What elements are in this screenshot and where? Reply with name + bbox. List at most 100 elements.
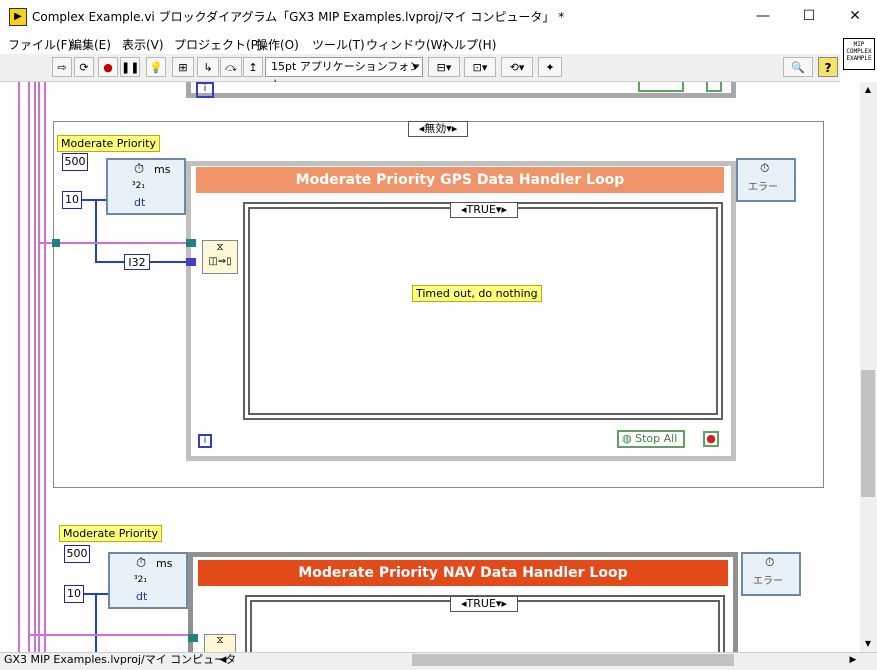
font-dropdown[interactable]: 15pt アプリケーションフォント▾	[265, 57, 423, 91]
nav-ms-label: ms	[156, 557, 173, 570]
gps-timing-cluster[interactable]: ⏱ ms ³2₁ dt	[106, 158, 186, 215]
block-diagram-canvas[interactable]: i ◂無効▾▸ Moderate Priority 500 10 ⏱ ms ³2…	[0, 82, 860, 652]
nav-count-label: ³2₁	[134, 575, 147, 585]
gps-timeout-comment[interactable]: Timed out, do nothing	[412, 285, 542, 302]
clock-icon: ⏱	[765, 555, 775, 569]
clock-icon: ⏱	[134, 162, 145, 177]
gps-i32-constant[interactable]: I32	[124, 254, 150, 270]
gps-error-label: エラー	[748, 182, 778, 193]
gps-dt-label: dt	[134, 196, 146, 209]
stop-all-fragment[interactable]	[638, 82, 684, 92]
gps-stop-all-label: Stop All	[635, 432, 678, 445]
tunnel[interactable]	[188, 634, 198, 642]
menu-file[interactable]: ファイル(F)	[8, 36, 72, 53]
scroll-down-icon[interactable]: ▼	[861, 638, 875, 650]
vi-icon[interactable]: MIP COMPLEX EXAMPLE	[843, 38, 875, 70]
distribute-objects-icon[interactable]: ⊡▾	[464, 57, 496, 77]
retain-wire-values-icon[interactable]: ⊞	[172, 57, 194, 77]
iteration-terminal[interactable]: i	[196, 82, 214, 98]
gps-stop-terminal[interactable]: ●	[703, 431, 719, 447]
menu-edit[interactable]: 編集(E)	[70, 36, 111, 53]
wire[interactable]	[44, 82, 46, 652]
clean-up-diagram-icon[interactable]: ✦	[538, 57, 562, 77]
gps-ms-label: ms	[154, 163, 171, 176]
wire[interactable]	[28, 82, 30, 652]
close-button[interactable]: ✕	[832, 0, 877, 32]
gps-stop-all-indicator[interactable]: ◍ Stop All	[617, 430, 685, 448]
step-into-icon[interactable]: ↳	[197, 57, 219, 77]
menu-operate[interactable]: 操作(O)	[256, 36, 299, 53]
gps-case-selector[interactable]: ◂TRUE▾▸	[450, 202, 518, 218]
disable-selector-label: 無効	[424, 122, 447, 135]
nav-const-10[interactable]: 10	[64, 585, 84, 603]
wire[interactable]	[18, 82, 20, 652]
wire-junction[interactable]	[52, 239, 60, 247]
menu-window[interactable]: ウィンドウ(W)	[366, 36, 447, 53]
selector-right-icon: ▾▸	[495, 203, 507, 216]
scroll-right-icon[interactable]: ▶	[846, 653, 860, 667]
menu-view[interactable]: 表示(V)	[122, 36, 164, 53]
vertical-scrollbar[interactable]	[860, 82, 877, 652]
nav-const-500[interactable]: 500	[64, 545, 90, 563]
maximize-button[interactable]: ☐	[786, 0, 832, 32]
wire[interactable]	[82, 199, 106, 201]
run-continuously-icon[interactable]: ⟳	[74, 57, 94, 77]
wire[interactable]	[95, 199, 97, 261]
clock-icon: ⏱	[760, 161, 770, 175]
gps-priority-label[interactable]: Moderate Priority	[57, 135, 160, 152]
selector-right-icon: ▾▸	[446, 122, 458, 135]
vi-icon-line: COMPLEX	[846, 48, 872, 55]
abort-icon[interactable]: ●	[98, 57, 118, 77]
gps-error-cluster[interactable]: ⏱ エラー	[736, 158, 796, 202]
run-arrow-icon[interactable]: ⇨	[52, 57, 72, 77]
gps-case-structure[interactable]	[243, 202, 723, 420]
step-out-icon[interactable]: ↥	[243, 57, 263, 77]
minimize-button[interactable]: —	[740, 0, 786, 32]
stop-terminal-fragment[interactable]	[706, 82, 722, 92]
help-button[interactable]: ?	[818, 57, 838, 77]
gps-const-10[interactable]: 10	[62, 191, 82, 209]
wait-on-occurrence-node[interactable]: ⧖	[204, 634, 236, 652]
menu-tools[interactable]: ツール(T)	[312, 36, 365, 53]
horizontal-scroll-thumb[interactable]	[412, 654, 734, 666]
chevron-down-icon: ▾	[412, 60, 418, 73]
vi-icon-line: MIP	[853, 41, 865, 48]
disable-selector[interactable]: ◂無効▾▸	[408, 121, 468, 137]
align-objects-icon[interactable]: ⊟▾	[428, 57, 460, 77]
gps-const-500[interactable]: 500	[62, 153, 88, 171]
wire[interactable]	[28, 634, 188, 636]
step-over-icon[interactable]: ⤼	[220, 57, 242, 77]
vertical-scroll-thumb[interactable]	[861, 370, 875, 497]
menu-project[interactable]: プロジェクト(P)	[174, 36, 263, 53]
gps-loop-title: Moderate Priority GPS Data Handler Loop	[196, 167, 724, 193]
wire[interactable]	[34, 82, 36, 652]
vi-icon-line: EXAMPLE	[846, 55, 872, 62]
nav-case-selector[interactable]: ◂TRUE▾▸	[450, 596, 518, 612]
tunnel[interactable]	[186, 239, 196, 247]
highlight-execution-icon[interactable]: 💡	[146, 57, 166, 77]
project-context-label: GX3 MIP Examples.lvproj/マイ コンピュータ	[4, 653, 237, 666]
wire[interactable]	[40, 242, 188, 244]
tunnel[interactable]	[186, 258, 196, 266]
gps-iteration-terminal[interactable]: i	[198, 434, 212, 448]
search-icon[interactable]: 🔍	[783, 57, 813, 77]
wait-on-occurrence-node[interactable]: ⧖ ◫⇒▯	[202, 240, 238, 274]
nav-error-cluster[interactable]: ⏱ エラー	[741, 552, 801, 596]
clock-icon: ⏱	[136, 556, 147, 571]
scroll-left-icon[interactable]: ◀	[216, 653, 230, 667]
gps-case-value: TRUE	[466, 203, 496, 216]
pause-icon[interactable]: ❚❚	[120, 57, 140, 77]
scroll-up-icon[interactable]: ▲	[861, 84, 875, 96]
labview-app-icon: ▶	[9, 8, 27, 26]
gps-count-label: ³2₁	[132, 181, 145, 191]
nav-error-label: エラー	[753, 576, 783, 587]
menu-help[interactable]: ヘルプ(H)	[442, 36, 496, 53]
nav-dt-label: dt	[136, 590, 148, 603]
wire[interactable]	[95, 593, 97, 652]
window-title: Complex Example.vi ブロックダイアグラム「GX3 MIP Ex…	[32, 10, 565, 24]
globe-icon: ◍	[622, 432, 632, 445]
nav-timing-cluster[interactable]: ⏱ ms ³2₁ dt	[108, 552, 188, 609]
wire[interactable]	[38, 82, 40, 652]
reorder-icon[interactable]: ⟲▾	[501, 57, 533, 77]
nav-priority-label[interactable]: Moderate Priority	[59, 525, 162, 542]
